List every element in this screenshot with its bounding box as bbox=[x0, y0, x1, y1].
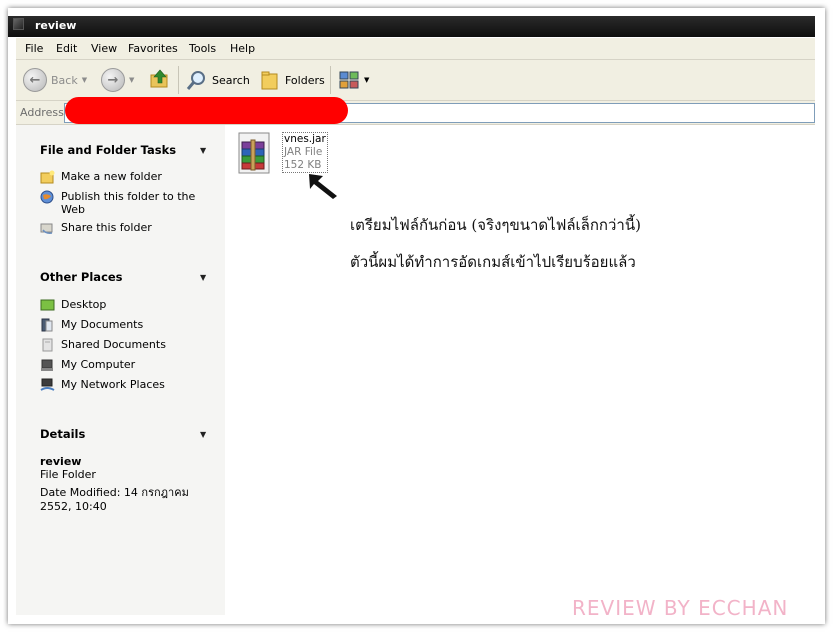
toolbar-separator bbox=[330, 66, 331, 94]
folder-up-icon bbox=[150, 69, 168, 88]
views-dropdown-icon[interactable]: ▼ bbox=[364, 76, 369, 84]
task-label: Publish this folder to the Web bbox=[61, 190, 196, 216]
folders-button[interactable]: Folders bbox=[259, 69, 325, 91]
search-label: Search bbox=[212, 73, 250, 87]
folders-icon bbox=[261, 71, 278, 90]
details-modified: Date Modified: 14 กรกฎาคม 2552, 10:40 bbox=[40, 486, 189, 513]
task-label: Share this folder bbox=[61, 221, 152, 234]
other-places-header[interactable]: Other Places bbox=[40, 270, 123, 284]
forward-button[interactable]: → ▼ bbox=[101, 68, 134, 92]
new-folder-icon bbox=[40, 170, 55, 184]
collapse-chevron-icon[interactable]: ▼ bbox=[200, 273, 206, 282]
back-dropdown-icon[interactable]: ▼ bbox=[82, 76, 87, 84]
menu-help[interactable]: Help bbox=[230, 42, 255, 55]
back-label: Back bbox=[51, 73, 78, 87]
task-make-new-folder[interactable]: Make a new folder bbox=[40, 170, 162, 184]
details-header[interactable]: Details bbox=[40, 427, 85, 441]
share-folder-icon bbox=[40, 223, 53, 234]
file-type: JAR File bbox=[284, 146, 323, 158]
place-label: Desktop bbox=[61, 298, 107, 311]
task-publish-to-web[interactable]: Publish this folder to the Web bbox=[40, 190, 200, 216]
file-label[interactable]: vnes.jar JAR File 152 KB bbox=[282, 132, 328, 173]
toolbar-separator bbox=[178, 66, 179, 94]
menu-edit[interactable]: Edit bbox=[56, 42, 77, 55]
details-name: review bbox=[40, 455, 82, 468]
arrow-pointer-icon bbox=[309, 174, 337, 199]
forward-arrow-icon: → bbox=[101, 68, 125, 92]
collapse-chevron-icon[interactable]: ▼ bbox=[200, 430, 206, 439]
menu-tools[interactable]: Tools bbox=[189, 42, 216, 55]
place-label: My Computer bbox=[61, 358, 136, 371]
address-label: Address bbox=[20, 106, 64, 119]
place-my-network-places[interactable]: My Network Places bbox=[40, 378, 165, 392]
annotation-line-1: เตรียมไฟล์กันก่อน (จริงๆขนาดไฟล์เล็กกว่า… bbox=[350, 216, 641, 234]
watermark: REVIEW BY ECCHAN bbox=[572, 596, 789, 620]
menu-bar: File Edit View Favorites Tools Help bbox=[16, 38, 815, 60]
search-icon bbox=[186, 71, 205, 90]
annotation-line-2: ตัวนี้ผมได้ทำการอัดเกมส์เข้าไปเรียบร้อยแ… bbox=[350, 253, 636, 271]
desktop-icon bbox=[40, 299, 55, 311]
back-arrow-icon: ← bbox=[23, 68, 47, 92]
toolbar: ← Back ▼ → ▼ Search Folders ▼ bbox=[16, 60, 815, 101]
place-my-documents[interactable]: My Documents bbox=[40, 318, 143, 332]
redaction-mark bbox=[65, 97, 348, 124]
back-button[interactable]: ← Back ▼ bbox=[23, 68, 87, 92]
window-icon bbox=[13, 18, 24, 30]
network-places-icon bbox=[40, 378, 55, 391]
menu-view[interactable]: View bbox=[91, 42, 117, 55]
shared-documents-icon bbox=[42, 338, 53, 352]
place-label: My Documents bbox=[61, 318, 144, 331]
place-label: Shared Documents bbox=[61, 338, 166, 351]
place-desktop[interactable]: Desktop bbox=[40, 298, 106, 312]
title-bar: review bbox=[8, 16, 815, 37]
menu-favorites[interactable]: Favorites bbox=[128, 42, 178, 55]
my-documents-icon bbox=[41, 318, 53, 332]
task-label: Make a new folder bbox=[61, 170, 162, 183]
forward-dropdown-icon[interactable]: ▼ bbox=[129, 76, 134, 84]
views-icon bbox=[339, 71, 359, 89]
folders-label: Folders bbox=[285, 73, 325, 87]
details-type: File Folder bbox=[40, 468, 96, 481]
window-title: review bbox=[35, 19, 77, 32]
place-my-computer[interactable]: My Computer bbox=[40, 358, 135, 372]
my-computer-icon bbox=[41, 359, 53, 371]
up-button[interactable] bbox=[149, 68, 171, 90]
file-folder-tasks-header[interactable]: File and Folder Tasks bbox=[40, 143, 176, 157]
menu-file[interactable]: File bbox=[25, 42, 43, 55]
file-name: vnes.jar bbox=[284, 133, 326, 145]
place-label: My Network Places bbox=[61, 378, 165, 391]
task-pane: File and Folder Tasks ▼ Make a new folde… bbox=[16, 125, 225, 615]
globe-icon bbox=[40, 190, 54, 204]
place-shared-documents[interactable]: Shared Documents bbox=[40, 338, 166, 352]
winrar-archive-icon[interactable] bbox=[238, 132, 270, 174]
views-button[interactable]: ▼ bbox=[338, 69, 369, 91]
collapse-chevron-icon[interactable]: ▼ bbox=[200, 146, 206, 155]
task-share-folder[interactable]: Share this folder bbox=[40, 221, 152, 235]
search-button[interactable]: Search bbox=[186, 69, 250, 91]
